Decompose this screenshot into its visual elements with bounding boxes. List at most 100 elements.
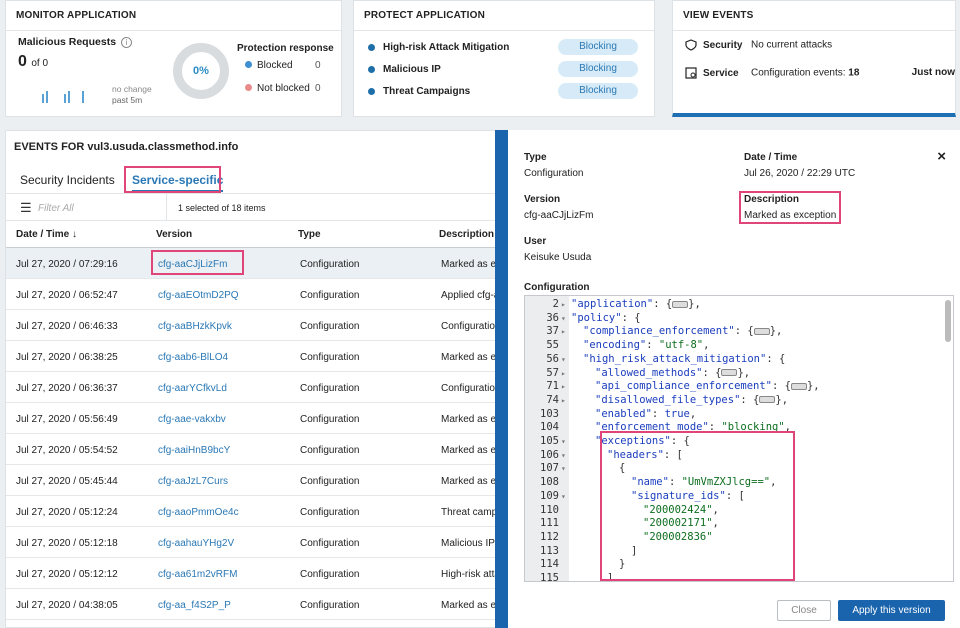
status-badge: Blocking xyxy=(558,83,638,99)
filter-input[interactable]: Filter All xyxy=(38,203,74,214)
fold-toggle-icon: ▾ xyxy=(561,464,566,474)
table-row[interactable]: Jul 27, 2020 / 05:56:49 cfg-aae-vakxbv Con… xyxy=(6,403,504,434)
table-row[interactable]: Jul 27, 2020 / 05:45:44 cfg-aaJzL7Curs Con… xyxy=(6,465,504,496)
row-description: Configuration xyxy=(441,321,499,332)
fold-toggle-icon: ▸ xyxy=(561,300,566,309)
col-date[interactable]: Date / Time ↓ xyxy=(16,229,77,240)
col-version[interactable]: Version xyxy=(156,229,192,240)
table-row[interactable]: Jul 27, 2020 / 05:12:18 cfg-aahauYHg2V Con… xyxy=(6,527,504,558)
row-version[interactable]: cfg-aaEOtmD2PQ xyxy=(158,290,239,301)
row-type: Configuration xyxy=(300,352,360,363)
row-description: Malicious IP xyxy=(441,538,495,549)
events-panel: EVENTS FOR vul3.usuda.classmethod.info S… xyxy=(5,130,505,628)
apply-version-button[interactable]: Apply this version xyxy=(838,600,945,621)
highlight-box xyxy=(600,431,795,581)
table-row[interactable]: Jul 27, 2020 / 05:12:24 cfg-aaoPmmOe4c Con… xyxy=(6,496,504,527)
fold-toggle-icon: ▸ xyxy=(561,368,566,378)
bullet-icon xyxy=(368,43,375,51)
close-button[interactable]: Close xyxy=(777,600,831,621)
shield-icon xyxy=(685,39,697,51)
highlight-box xyxy=(739,191,841,224)
date-value: Jul 26, 2020 / 22:29 UTC xyxy=(744,168,856,179)
protection-donut: 0% xyxy=(173,43,229,99)
table-row[interactable]: Jul 27, 2020 / 06:36:37 cfg-aarYCfkvLd Con… xyxy=(6,372,504,403)
malicious-requests-label: Malicious Requests i xyxy=(18,36,132,48)
user-value: Keisuke Usuda xyxy=(524,252,592,263)
row-version[interactable]: cfg-aaiHnB9bcY xyxy=(158,445,230,456)
row-date: Jul 27, 2020 / 04:38:05 xyxy=(16,600,118,611)
table-row[interactable]: Jul 27, 2020 / 06:52:47 cfg-aaEOtmD2PQ Con… xyxy=(6,279,504,310)
row-type: Configuration xyxy=(300,569,360,580)
table-row[interactable]: Jul 27, 2020 / 04:38:05 cfg-aa_f4S2P_P Con… xyxy=(6,589,504,620)
row-version[interactable]: cfg-aarYCfkvLd xyxy=(158,383,227,394)
row-version[interactable]: cfg-aaBHzkKpvk xyxy=(158,321,232,332)
table-row[interactable]: Jul 27, 2020 / 05:12:12 cfg-aa61m2vRFM Con… xyxy=(6,558,504,589)
code-line: 56 ▾ "high_risk_attack_mitigation": { xyxy=(546,352,786,365)
row-date: Jul 27, 2020 / 05:12:24 xyxy=(16,507,118,518)
service-events-row[interactable]: Service Configuration events: 18 Just now xyxy=(685,67,955,79)
filter-sliders-icon[interactable]: ☰ xyxy=(20,200,32,216)
row-description: Threat campaigns xyxy=(441,507,499,518)
collapsed-fold-icon xyxy=(721,369,738,376)
code-line: 55 "encoding": "utf-8", xyxy=(546,339,710,352)
type-label: Type xyxy=(524,152,547,163)
table-row[interactable]: Jul 27, 2020 / 07:29:16 cfg-aaCJjLizFm Con… xyxy=(6,248,504,279)
row-version[interactable]: cfg-aaoPmmOe4c xyxy=(158,507,239,518)
row-date: Jul 27, 2020 / 05:12:18 xyxy=(16,538,118,549)
collapsed-fold-icon xyxy=(759,396,776,404)
code-line: 57 ▸ "allowed_methods": {}, xyxy=(546,366,751,379)
row-version[interactable]: cfg-aahauYHg2V xyxy=(158,538,234,549)
row-description: Marked as exception xyxy=(441,600,499,611)
table-row[interactable]: Jul 27, 2020 / 05:54:52 cfg-aaiHnB9bcY Con… xyxy=(6,434,504,465)
status-badge: Blocking xyxy=(558,39,638,55)
fold-toggle-icon: ▾ xyxy=(561,491,566,501)
row-version[interactable]: cfg-aa61m2vRFM xyxy=(158,569,237,580)
events-tabs: Security Incidents Service-specific xyxy=(6,163,504,192)
row-version[interactable]: cfg-aaJzL7Curs xyxy=(158,476,228,487)
tab-security-incidents[interactable]: Security Incidents xyxy=(20,173,115,187)
fold-toggle-icon: ▾ xyxy=(561,354,566,364)
row-date: Jul 27, 2020 / 05:56:49 xyxy=(16,414,118,425)
protect-item[interactable]: Threat Campaigns Blocking xyxy=(368,83,648,99)
protect-item[interactable]: High-risk Attack Mitigation Blocking xyxy=(368,39,648,55)
row-description: Marked as exception xyxy=(441,445,499,456)
not-blocked-dot-icon xyxy=(245,84,252,91)
security-events-row[interactable]: Security No current attacks xyxy=(685,39,832,51)
close-icon[interactable]: × xyxy=(937,148,946,165)
row-date: Jul 27, 2020 / 06:46:33 xyxy=(16,321,118,332)
bullet-icon xyxy=(368,65,375,73)
row-version[interactable]: cfg-aae-vakxbv xyxy=(158,414,226,425)
protect-item[interactable]: Malicious IP Blocking xyxy=(368,61,648,77)
selection-count: 1 selected of 18 items xyxy=(178,203,266,213)
row-date: Jul 27, 2020 / 05:45:44 xyxy=(16,476,118,487)
scrollbar[interactable] xyxy=(945,300,951,342)
info-icon[interactable]: i xyxy=(120,37,132,48)
row-description: Marked as exception xyxy=(441,476,499,487)
date-label: Date / Time xyxy=(744,152,798,163)
fold-toggle-icon: ▸ xyxy=(561,395,566,405)
table-row[interactable]: Jul 27, 2020 / 06:46:33 cfg-aaBHzkKpvk Con… xyxy=(6,310,504,341)
fold-toggle-icon: ▸ xyxy=(561,382,566,392)
row-type: Configuration xyxy=(300,383,360,394)
row-date: Jul 27, 2020 / 06:38:25 xyxy=(16,352,118,363)
fold-toggle-icon: ▾ xyxy=(561,313,566,323)
highlight-box xyxy=(151,250,244,275)
row-type: Configuration xyxy=(300,445,360,456)
row-version[interactable]: cfg-aab6-BlLO4 xyxy=(158,352,228,363)
fold-toggle-icon: ▾ xyxy=(561,437,566,446)
status-badge: Blocking xyxy=(558,61,638,77)
row-date: Jul 27, 2020 / 07:29:16 xyxy=(16,259,118,270)
row-type: Configuration xyxy=(300,476,360,487)
collapsed-fold-icon xyxy=(672,300,689,308)
table-row[interactable]: Jul 27, 2020 / 06:38:25 cfg-aab6-BlLO4 Con… xyxy=(6,341,504,372)
bullet-icon xyxy=(368,87,375,95)
monitor-title: MONITOR APPLICATION xyxy=(6,1,341,31)
col-description[interactable]: Description xyxy=(439,229,494,240)
view-events-card: VIEW EVENTS Security No current attacks S… xyxy=(672,0,956,117)
detail-panel: × Type Configuration Date / Time Jul 26,… xyxy=(495,130,960,628)
row-version[interactable]: cfg-aa_f4S2P_P xyxy=(158,600,231,611)
not-blocked-legend: Not blocked 0 xyxy=(245,83,321,94)
row-description: Configuration xyxy=(441,383,499,394)
col-type[interactable]: Type xyxy=(298,229,321,240)
row-date: Jul 27, 2020 / 05:12:12 xyxy=(16,569,118,580)
